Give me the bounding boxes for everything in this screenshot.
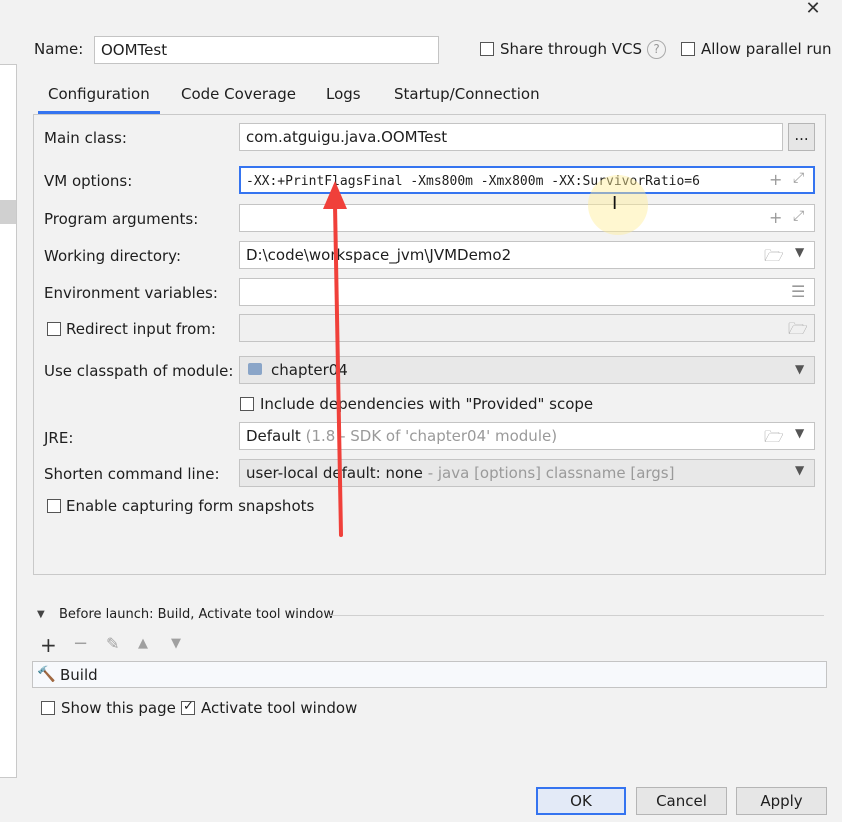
divider (330, 615, 824, 616)
left-tree-selection (0, 200, 16, 224)
main-class-input[interactable]: com.atguigu.java.OOMTest (239, 123, 783, 151)
tab-configuration[interactable]: Configuration (38, 84, 160, 114)
chevron-down-icon[interactable]: ▼ (795, 362, 804, 376)
jre-default: Default (246, 427, 301, 445)
shorten-cmd-hint: - java [options] classname [args] (427, 464, 675, 482)
cursor-highlight (588, 175, 648, 235)
shorten-cmd-value: user-local default: none - java [options… (246, 464, 674, 482)
chevron-down-icon[interactable]: ▼ (795, 463, 804, 477)
main-class-value: com.atguigu.java.OOMTest (246, 128, 448, 146)
share-vcs-label: Share through VCS (500, 40, 643, 58)
working-dir-label: Working directory: (44, 247, 182, 265)
text-cursor-icon: I (612, 193, 618, 214)
redirect-input-checkbox[interactable] (47, 322, 61, 336)
share-vcs-checkbox[interactable] (480, 42, 494, 56)
annotation-arrow (323, 181, 347, 537)
folder-icon[interactable]: 🗁 (764, 426, 784, 453)
activate-tool-checkbox[interactable] (181, 699, 195, 715)
tab-code-coverage-label: Code Coverage (181, 85, 297, 103)
show-page-checkbox[interactable] (41, 701, 55, 715)
working-dir-value: D:\code\workspace_jvm\JVMDemo2 (246, 246, 512, 264)
folder-icon[interactable]: 🗁 (764, 245, 784, 272)
enable-snapshots-label: Enable capturing form snapshots (66, 497, 315, 515)
chevron-down-icon[interactable]: ▼ (795, 245, 804, 259)
allow-parallel-label: Allow parallel run (701, 40, 832, 58)
browse-main-class-button[interactable]: ... (788, 123, 815, 151)
move-down-icon[interactable]: ▼ (171, 636, 181, 651)
remove-icon[interactable]: − (73, 633, 88, 654)
expand-icon[interactable]: ⤢ (793, 170, 804, 186)
show-page-label: Show this page (61, 699, 176, 717)
name-label: Name: (34, 40, 84, 58)
before-launch-title: Before launch: Build, Activate tool wind… (59, 607, 334, 622)
add-icon[interactable]: + (40, 633, 57, 657)
activate-tool-label: Activate tool window (201, 699, 358, 717)
plus-icon[interactable]: + (769, 170, 782, 189)
expand-icon[interactable]: ⤢ (793, 208, 804, 224)
redirect-input-label: Redirect input from: (66, 320, 216, 338)
chevron-down-icon[interactable]: ▼ (795, 426, 804, 440)
program-args-label: Program arguments: (44, 210, 199, 228)
move-up-icon[interactable]: ▲ (138, 636, 148, 651)
collapse-triangle-icon[interactable]: ▼ (37, 609, 45, 620)
tab-startup-connection[interactable]: Startup/Connection (394, 84, 540, 114)
cancel-button[interactable]: Cancel (636, 787, 727, 815)
tab-logs[interactable]: Logs (326, 84, 361, 114)
shorten-cmd-label: Shorten command line: (44, 465, 220, 483)
before-launch-list[interactable]: 🔨 Build (32, 661, 827, 688)
left-config-tree[interactable] (0, 64, 17, 778)
help-icon[interactable]: ? (647, 40, 666, 59)
main-class-label: Main class: (44, 129, 127, 147)
jre-value: Default (1.8 - SDK of 'chapter04' module… (246, 427, 557, 445)
enable-snapshots-checkbox[interactable] (47, 499, 61, 513)
module-icon (248, 363, 262, 375)
ok-button[interactable]: OK (536, 787, 626, 815)
hammer-icon: 🔨 (37, 665, 56, 683)
vm-options-label: VM options: (44, 172, 133, 190)
close-icon[interactable]: ✕ (802, 0, 824, 20)
edit-list-icon[interactable]: ☰ (791, 282, 805, 301)
include-deps-checkbox[interactable] (240, 397, 254, 411)
name-input[interactable]: OOMTest (94, 36, 439, 64)
include-deps-label: Include dependencies with "Provided" sco… (260, 395, 594, 413)
plus-icon[interactable]: + (769, 208, 782, 227)
tab-startup-label: Startup/Connection (394, 85, 540, 103)
tab-code-coverage[interactable]: Code Coverage (181, 84, 296, 114)
edit-icon[interactable]: ✎ (106, 634, 119, 653)
name-value: OOMTest (101, 41, 168, 59)
folder-icon[interactable]: 🗁 (788, 318, 808, 345)
jre-label: JRE: (44, 429, 74, 447)
list-item[interactable]: Build (60, 666, 98, 684)
tab-configuration-label: Configuration (48, 85, 150, 103)
classpath-module-label: Use classpath of module: (44, 362, 234, 380)
env-vars-label: Environment variables: (44, 284, 218, 302)
tab-logs-label: Logs (326, 85, 361, 103)
allow-parallel-checkbox[interactable] (681, 42, 695, 56)
apply-button[interactable]: Apply (736, 787, 827, 815)
